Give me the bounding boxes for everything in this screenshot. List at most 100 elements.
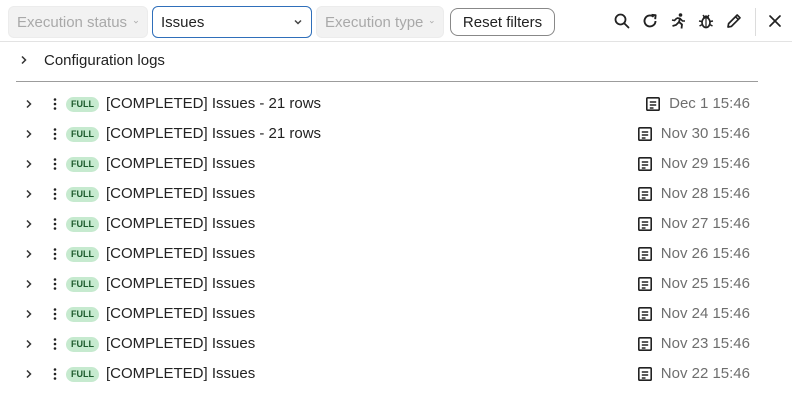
execution-type-badge: FULL: [66, 157, 99, 172]
log-document-icon[interactable]: [637, 276, 653, 292]
execution-type-badge: FULL: [66, 307, 99, 322]
execution-title: [COMPLETED] Issues - 21 rows: [106, 95, 322, 112]
execution-row[interactable]: FULL [COMPLETED] Issues Nov 26 15:46: [0, 240, 792, 270]
execution-row[interactable]: FULL [COMPLETED] Issues Nov 27 15:46: [0, 210, 792, 240]
log-document-icon[interactable]: [645, 96, 661, 112]
query-select-label: Issues: [161, 13, 205, 31]
chevron-right-icon[interactable]: [23, 158, 35, 170]
more-options-icon[interactable]: [50, 216, 60, 232]
execution-date: Nov 27 15:46: [660, 215, 750, 232]
close-icon[interactable]: [765, 11, 785, 31]
execution-type-badge: FULL: [66, 187, 99, 202]
execution-date: Nov 22 15:46: [660, 365, 750, 382]
execution-status-label: Execution status: [17, 13, 128, 31]
execution-row[interactable]: FULL [COMPLETED] Issues Nov 24 15:46: [0, 300, 792, 330]
execution-title: [COMPLETED] Issues: [106, 245, 256, 262]
bug-icon[interactable]: [696, 11, 716, 31]
run-icon[interactable]: [668, 11, 688, 31]
log-document-icon[interactable]: [637, 306, 653, 322]
execution-meta: Nov 27 15:46: [637, 215, 750, 232]
execution-date: Nov 28 15:46: [660, 185, 750, 202]
more-options-icon[interactable]: [50, 156, 60, 172]
chevron-down-icon: [430, 20, 435, 24]
execution-title: [COMPLETED] Issues: [106, 305, 256, 322]
execution-row[interactable]: FULL [COMPLETED] Issues Nov 28 15:46: [0, 180, 792, 210]
log-document-icon[interactable]: [637, 246, 653, 262]
more-options-icon[interactable]: [50, 246, 60, 262]
execution-date: Dec 1 15:46: [669, 95, 750, 112]
execution-type-badge: FULL: [66, 97, 99, 112]
execution-title: [COMPLETED] Issues: [106, 185, 256, 202]
refresh-icon[interactable]: [640, 11, 660, 31]
chevron-right-icon[interactable]: [23, 218, 35, 230]
reset-filters-button[interactable]: Reset filters: [450, 8, 555, 36]
chevron-right-icon[interactable]: [23, 278, 35, 290]
execution-status-select[interactable]: Execution status: [8, 6, 148, 38]
execution-type-label: Execution type: [325, 13, 424, 31]
execution-row[interactable]: FULL [COMPLETED] Issues Nov 29 15:46: [0, 150, 792, 180]
execution-type-badge: FULL: [66, 217, 99, 232]
execution-date: Nov 29 15:46: [660, 155, 750, 172]
more-options-icon[interactable]: [50, 96, 60, 112]
more-options-icon[interactable]: [50, 336, 60, 352]
execution-meta: Nov 26 15:46: [637, 245, 750, 262]
execution-title: [COMPLETED] Issues - 21 rows: [106, 125, 322, 142]
log-document-icon[interactable]: [637, 366, 653, 382]
more-options-icon[interactable]: [50, 186, 60, 202]
execution-date: Nov 26 15:46: [660, 245, 750, 262]
more-options-icon[interactable]: [50, 126, 60, 142]
execution-row[interactable]: FULL [COMPLETED] Issues - 21 rows Nov 30…: [0, 120, 792, 150]
execution-row[interactable]: FULL [COMPLETED] Issues Nov 22 15:46: [0, 360, 792, 390]
execution-date: Nov 23 15:46: [660, 335, 750, 352]
log-document-icon[interactable]: [637, 186, 653, 202]
chevron-right-icon[interactable]: [23, 248, 35, 260]
execution-type-badge: FULL: [66, 247, 99, 262]
chevron-right-icon[interactable]: [23, 368, 35, 380]
chevron-right-icon[interactable]: [23, 308, 35, 320]
chevron-down-icon: [294, 19, 302, 25]
log-document-icon[interactable]: [637, 336, 653, 352]
execution-type-badge: FULL: [66, 337, 99, 352]
execution-type-badge: FULL: [66, 277, 99, 292]
chevron-right-icon[interactable]: [23, 188, 35, 200]
configuration-logs-label: Configuration logs: [44, 51, 165, 69]
execution-date: Nov 24 15:46: [660, 305, 750, 322]
execution-type-select[interactable]: Execution type: [316, 6, 444, 38]
query-select[interactable]: Issues: [152, 6, 312, 38]
toolbar: Execution status Issues Execution type R…: [0, 0, 792, 42]
configuration-logs-toggle[interactable]: Configuration logs: [18, 48, 165, 72]
toolbar-divider: [755, 8, 756, 36]
execution-row[interactable]: FULL [COMPLETED] Issues Nov 25 15:46: [0, 270, 792, 300]
execution-type-badge: FULL: [66, 367, 99, 382]
execution-title: [COMPLETED] Issues: [106, 275, 256, 292]
execution-meta: Nov 30 15:46: [637, 125, 750, 142]
execution-title: [COMPLETED] Issues: [106, 215, 256, 232]
execution-title: [COMPLETED] Issues: [106, 335, 256, 352]
execution-row[interactable]: FULL [COMPLETED] Issues Nov 23 15:46: [0, 330, 792, 360]
execution-row[interactable]: FULL [COMPLETED] Issues - 21 rows Dec 1 …: [0, 90, 792, 120]
execution-meta: Nov 23 15:46: [637, 335, 750, 352]
chevron-right-icon[interactable]: [23, 338, 35, 350]
execution-title: [COMPLETED] Issues: [106, 365, 256, 382]
execution-list: FULL [COMPLETED] Issues - 21 rows Dec 1 …: [0, 90, 792, 390]
execution-meta: Nov 29 15:46: [637, 155, 750, 172]
edit-icon[interactable]: [724, 11, 744, 31]
execution-date: Nov 25 15:46: [660, 275, 750, 292]
more-options-icon[interactable]: [50, 366, 60, 382]
more-options-icon[interactable]: [50, 306, 60, 322]
chevron-right-icon[interactable]: [23, 128, 35, 140]
execution-type-badge: FULL: [66, 127, 99, 142]
more-options-icon[interactable]: [50, 276, 60, 292]
log-document-icon[interactable]: [637, 156, 653, 172]
search-icon[interactable]: [612, 11, 632, 31]
chevron-right-icon[interactable]: [23, 98, 35, 110]
execution-meta: Nov 24 15:46: [637, 305, 750, 322]
execution-meta: Nov 25 15:46: [637, 275, 750, 292]
log-document-icon[interactable]: [637, 126, 653, 142]
chevron-down-icon: [133, 20, 139, 24]
chevron-right-icon: [21, 55, 27, 65]
section-divider: [16, 81, 758, 82]
execution-meta: Nov 22 15:46: [637, 365, 750, 382]
log-document-icon[interactable]: [637, 216, 653, 232]
execution-title: [COMPLETED] Issues: [106, 155, 256, 172]
